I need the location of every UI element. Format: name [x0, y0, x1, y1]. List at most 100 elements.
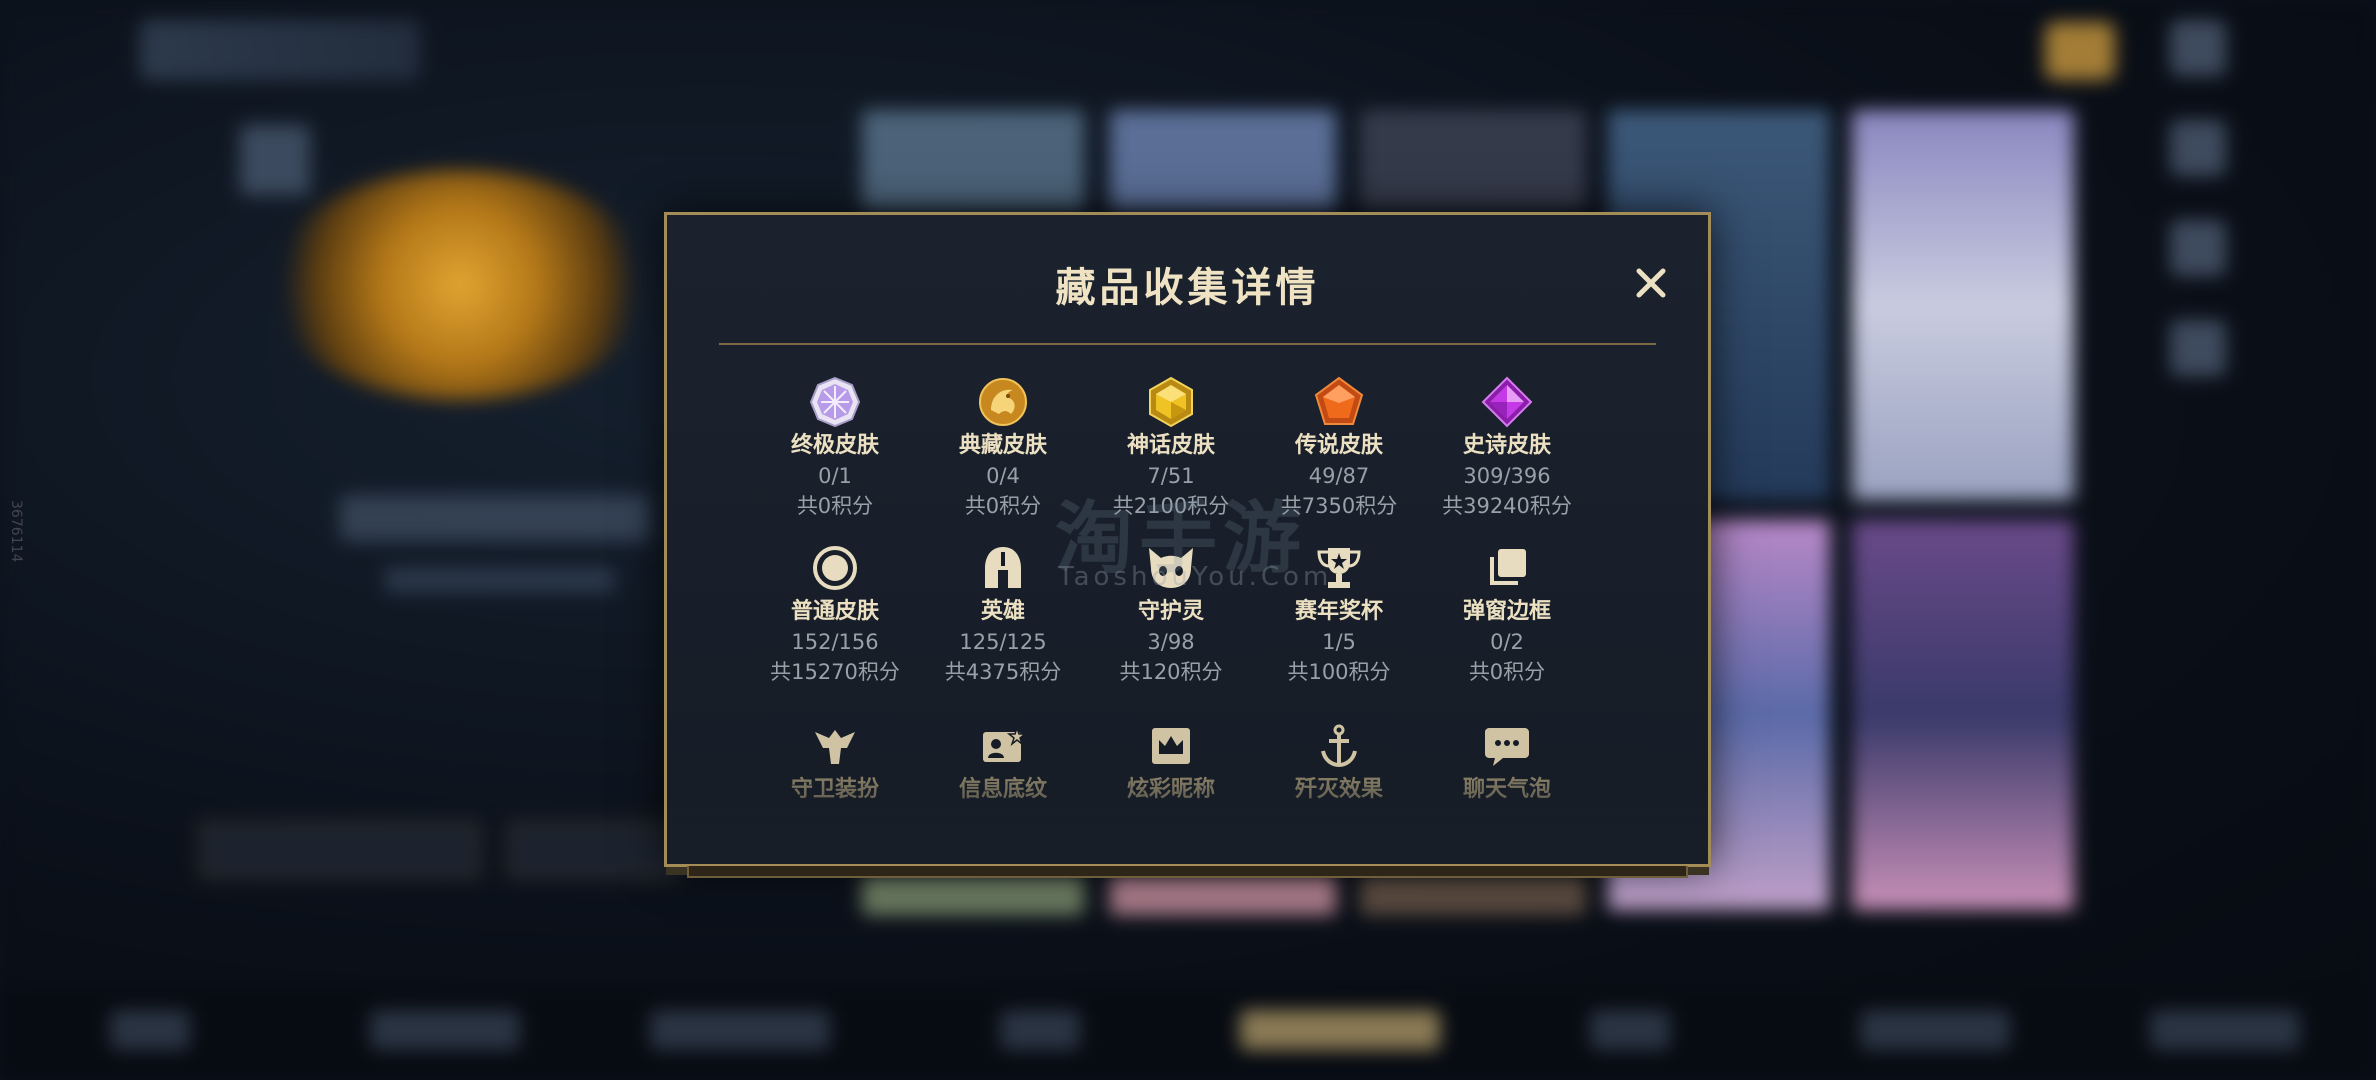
chat-bubble-icon	[1480, 719, 1534, 773]
trophy-icon	[1312, 541, 1366, 595]
item-count: 0/1	[818, 464, 852, 488]
bg-bottom-tab	[1860, 1010, 2010, 1050]
bg-button-right	[508, 822, 678, 878]
collection-item-epic-skin[interactable]: 史诗皮肤 309/396 共39240积分	[1423, 375, 1591, 541]
guard-outfit-icon	[808, 719, 862, 773]
item-name: 神话皮肤	[1126, 433, 1215, 458]
popup-frame-icon	[1480, 541, 1534, 595]
collection-item-info-background[interactable]: 信息底纹	[919, 719, 1087, 809]
collection-item-guardian-spirit[interactable]: 守护灵 3/98 共120积分	[1087, 541, 1255, 707]
bg-bottom-bar	[0, 990, 2376, 1080]
item-name: 聊天气泡	[1462, 777, 1551, 802]
item-points: 共7350积分	[1280, 494, 1398, 518]
item-name: 信息底纹	[958, 777, 1047, 802]
bg-skin-card	[1110, 875, 1336, 915]
collection-item-elimination-effect[interactable]: 歼灭效果	[1255, 719, 1423, 809]
collection-item-guard-outfit[interactable]: 守卫装扮	[751, 719, 919, 809]
item-name: 终极皮肤	[790, 433, 879, 458]
bg-shop-cart	[2045, 22, 2115, 80]
bg-button-left	[200, 822, 480, 878]
legendary-collection-dragon-icon	[976, 375, 1030, 429]
collection-row-3: 守卫装扮 信息底纹 炫彩昵称 歼灭效果 聊天气泡	[751, 719, 1591, 809]
item-points: 共4375积分	[944, 660, 1062, 684]
item-points: 共2100积分	[1112, 494, 1230, 518]
item-count: 49/87	[1308, 464, 1370, 488]
bg-skin-card	[1852, 520, 2074, 910]
item-name: 弹窗边框	[1462, 599, 1551, 624]
item-count: 152/156	[791, 630, 879, 654]
collection-item-ultimate-skin[interactable]: 终极皮肤 0/1 共0积分	[751, 375, 919, 541]
item-points: 共39240积分	[1442, 494, 1572, 518]
item-points: 共15270积分	[770, 660, 900, 684]
bg-back-button	[140, 20, 420, 80]
collection-item-colorful-nickname[interactable]: 炫彩昵称	[1087, 719, 1255, 809]
ultimate-skin-gem-icon	[808, 375, 862, 429]
collection-item-mythic-skin[interactable]: 神话皮肤 7/51 共2100积分	[1087, 375, 1255, 541]
dialog-title: 藏品收集详情	[1055, 265, 1320, 311]
item-count: 0/4	[986, 464, 1020, 488]
item-points: 共0积分	[964, 494, 1042, 518]
bg-bottom-tab	[2150, 1010, 2300, 1050]
collection-item-popup-frame[interactable]: 弹窗边框 0/2 共0积分	[1423, 541, 1591, 707]
bg-skin-card	[862, 875, 1084, 915]
collection-item-chat-bubble[interactable]: 聊天气泡	[1423, 719, 1591, 809]
item-name: 炫彩昵称	[1126, 777, 1215, 802]
close-icon	[1636, 268, 1666, 298]
item-name: 普通皮肤	[790, 599, 879, 624]
collection-item-collection-skin[interactable]: 典藏皮肤 0/4 共0积分	[919, 375, 1087, 541]
item-name: 守护灵	[1137, 599, 1204, 624]
bg-side-button	[2170, 320, 2226, 376]
collection-item-season-trophy[interactable]: 赛年奖杯 1/5 共100积分	[1255, 541, 1423, 707]
collection-row-1: 终极皮肤 0/1 共0积分 典藏皮肤 0/4 共0积分 神话皮肤 7/51 共2…	[751, 375, 1591, 541]
bg-bottom-tab	[1000, 1010, 1080, 1050]
item-count: 125/125	[959, 630, 1047, 654]
legend-skin-gem-icon	[1312, 375, 1366, 429]
hero-helmet-icon	[976, 541, 1030, 595]
bg-skin-card	[1852, 110, 2074, 500]
close-button[interactable]	[1627, 259, 1675, 307]
item-count: 0/2	[1490, 630, 1524, 654]
title-divider	[719, 343, 1656, 345]
item-points: 共120积分	[1119, 660, 1223, 684]
item-name: 英雄	[980, 599, 1025, 624]
bg-badge	[240, 125, 310, 195]
bg-skin-card	[1360, 875, 1586, 915]
item-count: 309/396	[1463, 464, 1551, 488]
collection-item-legend-skin[interactable]: 传说皮肤 49/87 共7350积分	[1255, 375, 1423, 541]
bg-bottom-tab	[1590, 1010, 1670, 1050]
bg-bottom-tab	[370, 1010, 520, 1050]
colorful-nickname-icon	[1144, 719, 1198, 773]
bg-side-button	[2170, 220, 2226, 276]
bg-bottom-tab	[110, 1010, 190, 1050]
collection-details-dialog: 藏品收集详情 终极皮肤 0/1 共0积分 典藏皮肤 0/4 共0积分 神话皮肤 …	[664, 212, 1711, 878]
bg-skin-card	[1360, 110, 1586, 210]
item-name: 典藏皮肤	[958, 433, 1047, 458]
bg-player-name	[340, 495, 650, 541]
item-points: 共0积分	[796, 494, 874, 518]
normal-skin-ring-icon	[808, 541, 862, 595]
bg-skin-card	[862, 110, 1084, 210]
item-name: 守卫装扮	[790, 777, 879, 802]
collection-item-normal-skin[interactable]: 普通皮肤 152/156 共15270积分	[751, 541, 919, 707]
side-id-text: 3676114	[8, 500, 24, 563]
item-name: 传说皮肤	[1294, 433, 1383, 458]
mythic-skin-gem-icon	[1144, 375, 1198, 429]
item-count: 1/5	[1322, 630, 1356, 654]
item-name: 歼灭效果	[1294, 777, 1383, 802]
epic-skin-gem-icon	[1480, 375, 1534, 429]
bg-side-button	[2170, 20, 2226, 76]
bg-rank-emblem	[270, 170, 650, 400]
item-points: 共0积分	[1468, 660, 1546, 684]
bg-player-subtitle	[385, 568, 615, 592]
info-background-icon	[976, 719, 1030, 773]
collection-row-2: 普通皮肤 152/156 共15270积分 英雄 125/125 共4375积分	[751, 541, 1591, 707]
bg-bottom-tab	[650, 1010, 830, 1050]
bg-bottom-tab-active	[1240, 1010, 1440, 1050]
elimination-effect-icon	[1312, 719, 1366, 773]
collection-item-hero[interactable]: 英雄 125/125 共4375积分	[919, 541, 1087, 707]
bg-side-button	[2170, 120, 2226, 176]
guardian-spirit-icon	[1144, 541, 1198, 595]
item-count: 3/98	[1147, 630, 1195, 654]
item-count: 7/51	[1147, 464, 1195, 488]
item-points: 共100积分	[1287, 660, 1391, 684]
